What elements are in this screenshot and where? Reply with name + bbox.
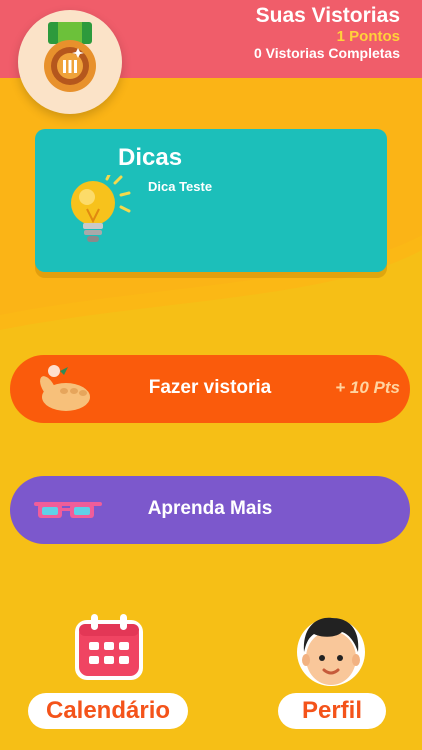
- calendar-button[interactable]: Calendário: [28, 693, 188, 729]
- lightbulb-icon: [71, 175, 131, 242]
- page-title: Suas Vistorias: [255, 4, 400, 27]
- tips-card[interactable]: Dicas Dica Teste: [35, 129, 387, 272]
- completed-count: 0 Vistorias Completas: [253, 45, 400, 61]
- do-inspection-button[interactable]: Fazer vistoria + 10 Pts: [10, 355, 410, 423]
- medal-icon: [44, 22, 96, 92]
- inspection-points: + 10 Pts: [335, 378, 400, 397]
- profile-button[interactable]: Perfil: [278, 693, 386, 729]
- tips-title: Dicas: [118, 144, 183, 171]
- profile-avatar-icon[interactable]: [292, 608, 370, 690]
- learn-more-button[interactable]: Aprenda Mais: [10, 476, 410, 544]
- learn-more-label: Aprenda Mais: [147, 498, 273, 519]
- level-badge[interactable]: [18, 10, 122, 114]
- calendar-icon[interactable]: [72, 610, 146, 684]
- points-count: 1 Pontos: [336, 28, 400, 45]
- tip-text: Dica Teste: [148, 179, 213, 194]
